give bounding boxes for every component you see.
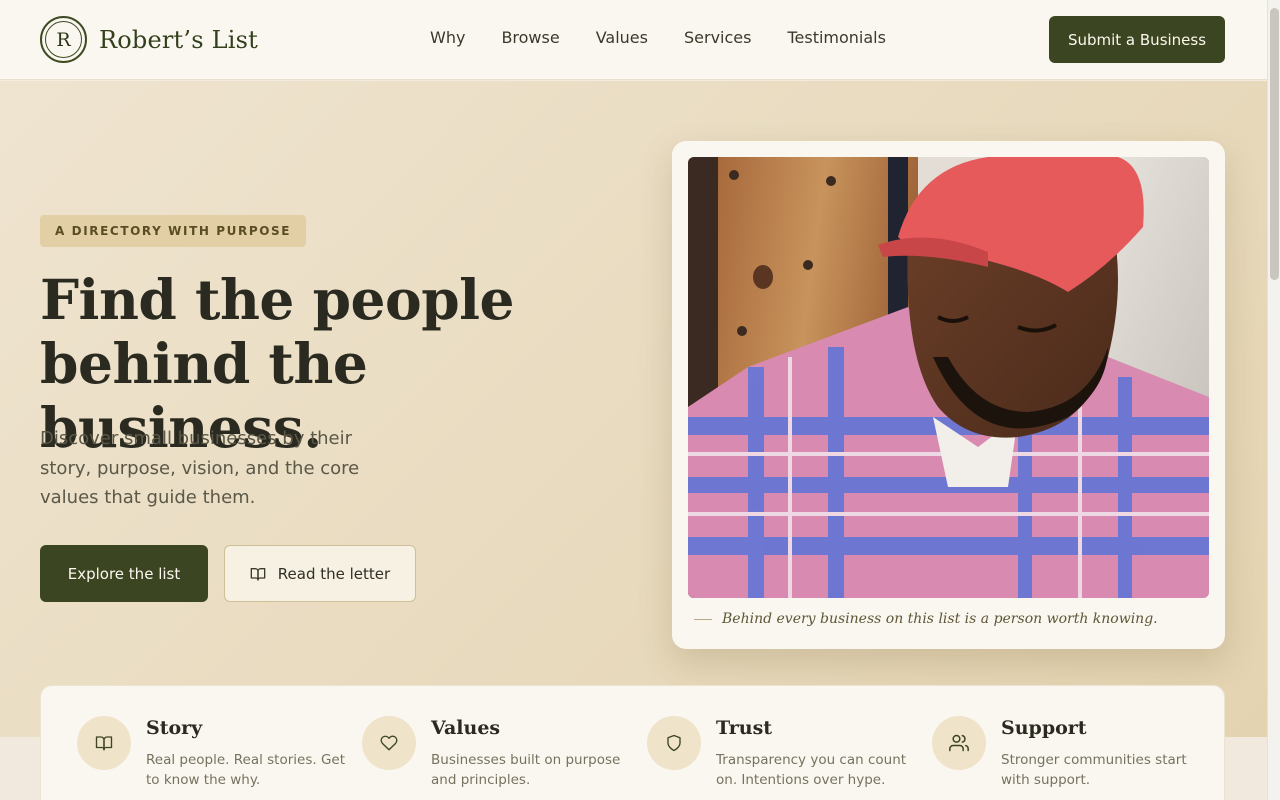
- heart-icon: [362, 716, 416, 770]
- feature-values-title: Values: [431, 717, 501, 739]
- nav-link-browse[interactable]: Browse: [501, 28, 559, 47]
- nav-link-values[interactable]: Values: [596, 28, 648, 47]
- caption-dash: [694, 618, 712, 620]
- site-header: R Robert’s List Why Browse Values Servic…: [0, 0, 1267, 80]
- feature-support-text: Stronger communities start with support.: [1001, 752, 1187, 788]
- shield-icon: [647, 716, 701, 770]
- explore-list-button[interactable]: Explore the list: [40, 545, 208, 602]
- hero-eyebrow-badge: A DIRECTORY WITH PURPOSE: [40, 215, 307, 247]
- read-letter-button[interactable]: Read the letter: [224, 545, 416, 602]
- logo-monogram-letter: R: [56, 28, 71, 51]
- hero-portrait-photo: [688, 157, 1209, 598]
- main-nav: Why Browse Values Services Testimonials: [430, 28, 922, 47]
- feature-trust-text: Transparency you can count on. Intention…: [716, 752, 907, 788]
- feature-support-title: Support: [1001, 717, 1087, 739]
- features-strip: Story Real people. Real stories. Get to …: [40, 685, 1225, 800]
- brand-logo[interactable]: R Robert’s List: [40, 16, 258, 63]
- submit-business-button[interactable]: Submit a Business: [1049, 16, 1225, 63]
- feature-values-text: Businesses built on purpose and principl…: [431, 752, 621, 788]
- nav-link-testimonials[interactable]: Testimonials: [787, 28, 886, 47]
- nav-link-services[interactable]: Services: [684, 28, 751, 47]
- read-letter-label: Read the letter: [277, 564, 391, 583]
- scrollbar-thumb[interactable]: [1270, 8, 1279, 280]
- hero-photo-card: Behind every business on this list is a …: [672, 141, 1225, 649]
- feature-trust-title: Trust: [716, 717, 773, 739]
- photo-caption-text: Behind every business on this list is a …: [722, 611, 1158, 627]
- open-book-icon: [250, 566, 266, 582]
- feature-story-title: Story: [146, 717, 203, 739]
- feature-story-text: Real people. Real stories. Get to know t…: [146, 752, 345, 788]
- hero-title-line-1: Find the people: [40, 267, 515, 332]
- brand-name: Robert’s List: [99, 25, 258, 54]
- hero-subtitle: Discover small businesses by their story…: [40, 428, 360, 508]
- nav-link-why[interactable]: Why: [430, 28, 465, 47]
- page-scrollbar[interactable]: [1267, 0, 1280, 800]
- logo-monogram: R: [40, 16, 87, 63]
- users-icon: [932, 716, 986, 770]
- photo-caption: Behind every business on this list is a …: [694, 611, 1158, 627]
- open-book-icon: [77, 716, 131, 770]
